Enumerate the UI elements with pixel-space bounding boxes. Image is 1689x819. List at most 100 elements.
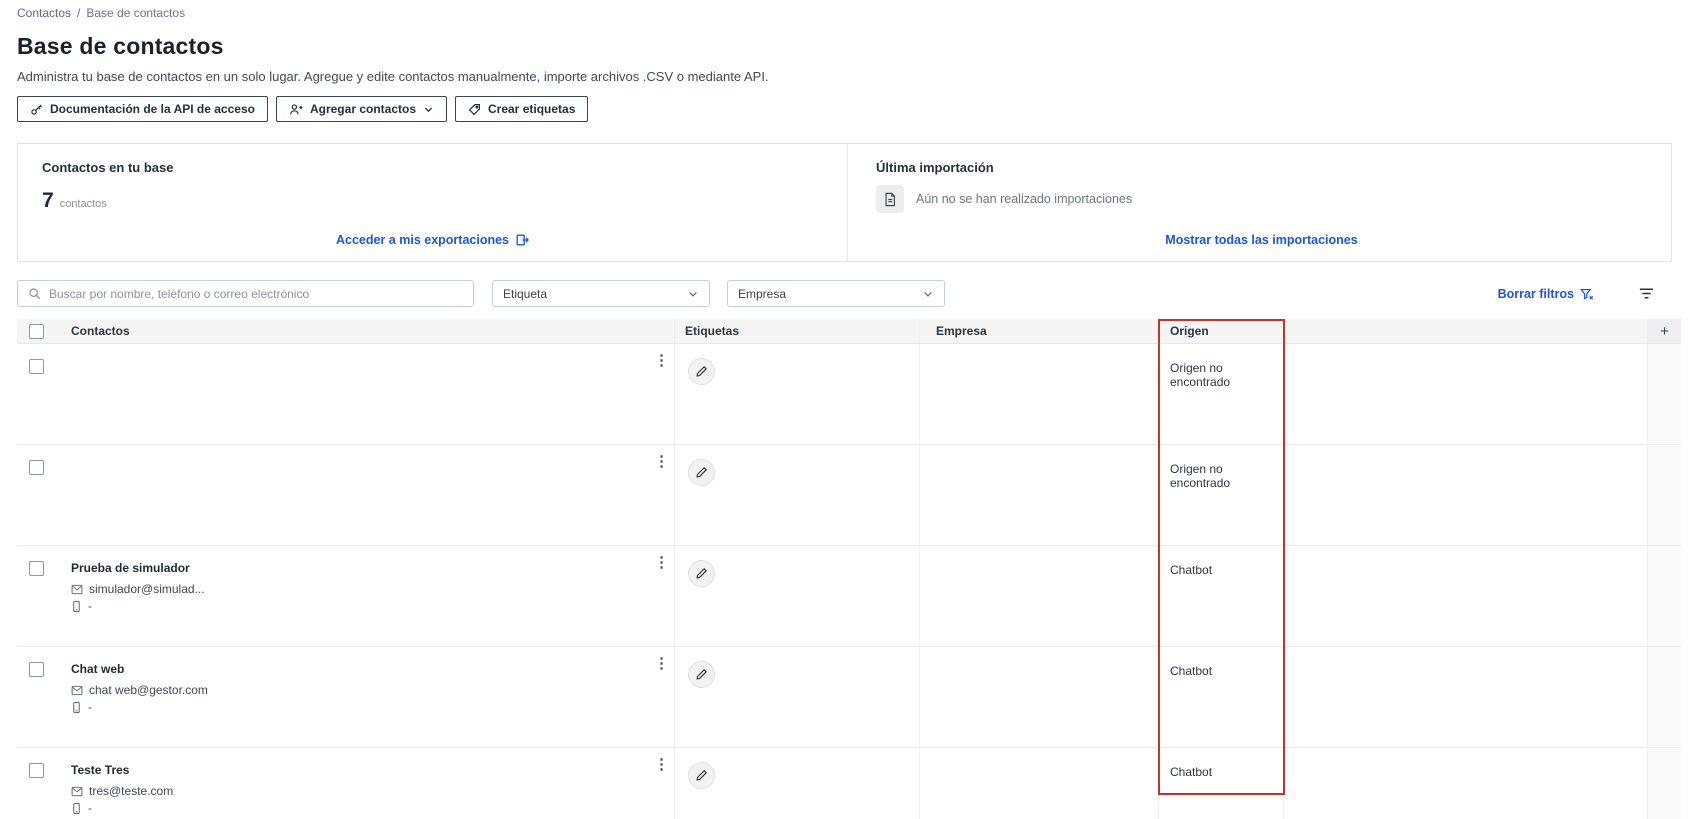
mobile-icon — [73, 600, 80, 612]
imports-summary-title: Última importación — [876, 160, 994, 175]
breadcrumb-current: Base de contactos — [86, 6, 186, 20]
company-cell — [920, 546, 1159, 646]
contacts-summary-panel: Contactos en tu base 7 contactos Acceder… — [18, 144, 848, 261]
tag-filter-label: Etiqueta — [503, 286, 548, 301]
row-menu-button[interactable]: ⋮ — [654, 555, 669, 570]
table-row: Chat web chat web@gestor.com - ⋮ Chatbot — [17, 647, 1681, 748]
table-row: ⋮ Origen no encontrado — [17, 445, 1681, 546]
row-checkbox[interactable] — [29, 359, 44, 374]
row-checkbox[interactable] — [29, 662, 44, 677]
row-menu-button[interactable]: ⋮ — [654, 656, 669, 671]
contact-email: tres@teste.com — [71, 784, 674, 798]
contact-name: Teste Tres — [71, 763, 130, 777]
exports-link[interactable]: Acceder a mis exportaciones — [336, 233, 529, 247]
table-row: Teste Tres tres@teste.com - ⋮ Chatbot — [17, 748, 1681, 819]
clear-filter-icon — [1580, 288, 1594, 300]
edit-tags-button[interactable] — [688, 762, 715, 789]
search-icon — [29, 288, 41, 300]
mobile-icon — [73, 802, 80, 814]
api-docs-button[interactable]: Documentación de la API de acceso — [17, 96, 268, 122]
chevron-down-icon — [689, 291, 697, 297]
filters-bar: Etiqueta Empresa Borrar filtros — [17, 280, 1681, 307]
row-checkbox[interactable] — [29, 561, 44, 576]
page-title: Base de contactos — [17, 33, 224, 59]
contact-phone: - — [71, 599, 674, 613]
summary-card: Contactos en tu base 7 contactos Acceder… — [17, 143, 1672, 262]
origin-cell: Chatbot — [1159, 647, 1284, 747]
imports-empty-state: Aún no se han realizado importaciones — [876, 185, 1647, 213]
imports-summary-panel: Última importación Aún no se han realiza… — [848, 144, 1671, 261]
contact-name: Chat web — [71, 662, 125, 676]
create-tags-button[interactable]: Crear etiquetas — [455, 96, 589, 122]
toolbar: Documentación de la API de acceso Agrega… — [17, 96, 1689, 122]
envelope-icon — [71, 786, 83, 796]
breadcrumb-contactos[interactable]: Contactos — [17, 6, 71, 20]
contact-email: simulador@simulad... — [71, 582, 674, 596]
page-subtitle: Administra tu base de contactos en un so… — [17, 69, 769, 84]
column-header-empresa: Empresa — [920, 319, 1159, 343]
pencil-icon — [696, 769, 708, 781]
company-cell — [920, 445, 1159, 545]
select-all-checkbox[interactable] — [29, 323, 44, 339]
origin-cell: Chatbot — [1159, 546, 1284, 646]
pencil-icon — [696, 365, 708, 377]
envelope-icon — [71, 685, 83, 695]
clear-filters-label: Borrar filtros — [1497, 286, 1574, 301]
imports-empty-message: Aún no se han realizado importaciones — [916, 192, 1133, 206]
clear-filters-link[interactable]: Borrar filtros — [1498, 287, 1594, 301]
row-menu-button[interactable]: ⋮ — [654, 757, 669, 772]
exports-link-label: Acceder a mis exportaciones — [336, 233, 509, 247]
pencil-icon — [696, 466, 708, 478]
search-box — [17, 280, 474, 307]
edit-tags-button[interactable] — [688, 661, 715, 688]
company-filter-select[interactable]: Empresa — [727, 280, 945, 307]
edit-tags-button[interactable] — [688, 459, 715, 486]
create-tags-label: Crear etiquetas — [488, 102, 576, 116]
contacts-count: 7 contactos — [42, 189, 823, 213]
breadcrumb-separator: / — [77, 6, 81, 20]
row-checkbox[interactable] — [29, 763, 44, 778]
pencil-icon — [696, 567, 708, 579]
edit-tags-button[interactable] — [688, 560, 715, 587]
api-docs-label: Documentación de la API de acceso — [50, 102, 255, 116]
row-checkbox[interactable] — [29, 460, 44, 475]
mobile-icon — [73, 701, 80, 713]
show-imports-link[interactable]: Mostrar todas las importaciones — [1165, 233, 1357, 247]
contact-phone: - — [71, 700, 674, 714]
column-header-contactos: Contactos — [65, 319, 675, 343]
breadcrumb: Contactos / Base de contactos — [17, 6, 1689, 20]
pencil-icon — [696, 668, 708, 680]
search-input[interactable] — [49, 286, 463, 301]
table-row: ⋮ Origen no encontrado — [17, 344, 1681, 445]
chevron-down-icon — [924, 291, 932, 297]
tag-filter-select[interactable]: Etiqueta — [492, 280, 710, 307]
company-filter-label: Empresa — [738, 286, 787, 301]
edit-tags-button[interactable] — [688, 358, 715, 385]
envelope-icon — [71, 584, 83, 594]
origin-cell: Origen no encontrado — [1159, 445, 1284, 545]
file-icon — [885, 192, 895, 206]
tag-icon — [468, 103, 480, 115]
company-cell — [920, 748, 1159, 819]
add-contacts-label: Agregar contactos — [309, 102, 416, 116]
contacts-page: Contactos / Base de contactos Base de co… — [0, 0, 1689, 819]
contacts-table: Contactos Etiquetas Empresa Origen + ⋮ O… — [17, 319, 1681, 819]
key-icon — [31, 104, 42, 115]
contacts-count-unit: contactos — [59, 198, 107, 210]
row-menu-button[interactable]: ⋮ — [654, 454, 669, 469]
contacts-summary-title: Contactos en tu base — [42, 160, 174, 175]
add-contacts-button[interactable]: Agregar contactos — [275, 96, 447, 122]
table-header: Contactos Etiquetas Empresa Origen + — [17, 319, 1681, 344]
export-icon — [516, 234, 529, 246]
add-column-button[interactable]: + — [1648, 319, 1681, 343]
contact-email: chat web@gestor.com — [71, 683, 674, 697]
table-row: Prueba de simulador simulador@simulad...… — [17, 546, 1681, 647]
show-imports-link-label: Mostrar todas las importaciones — [1165, 233, 1358, 247]
column-header-origen: Origen — [1159, 319, 1284, 343]
column-header-spacer — [1284, 319, 1648, 343]
company-cell — [920, 344, 1159, 444]
row-menu-button[interactable]: ⋮ — [654, 353, 669, 368]
chevron-down-icon — [424, 107, 433, 112]
contact-phone: - — [71, 801, 674, 815]
filter-settings-icon[interactable] — [1638, 286, 1655, 301]
